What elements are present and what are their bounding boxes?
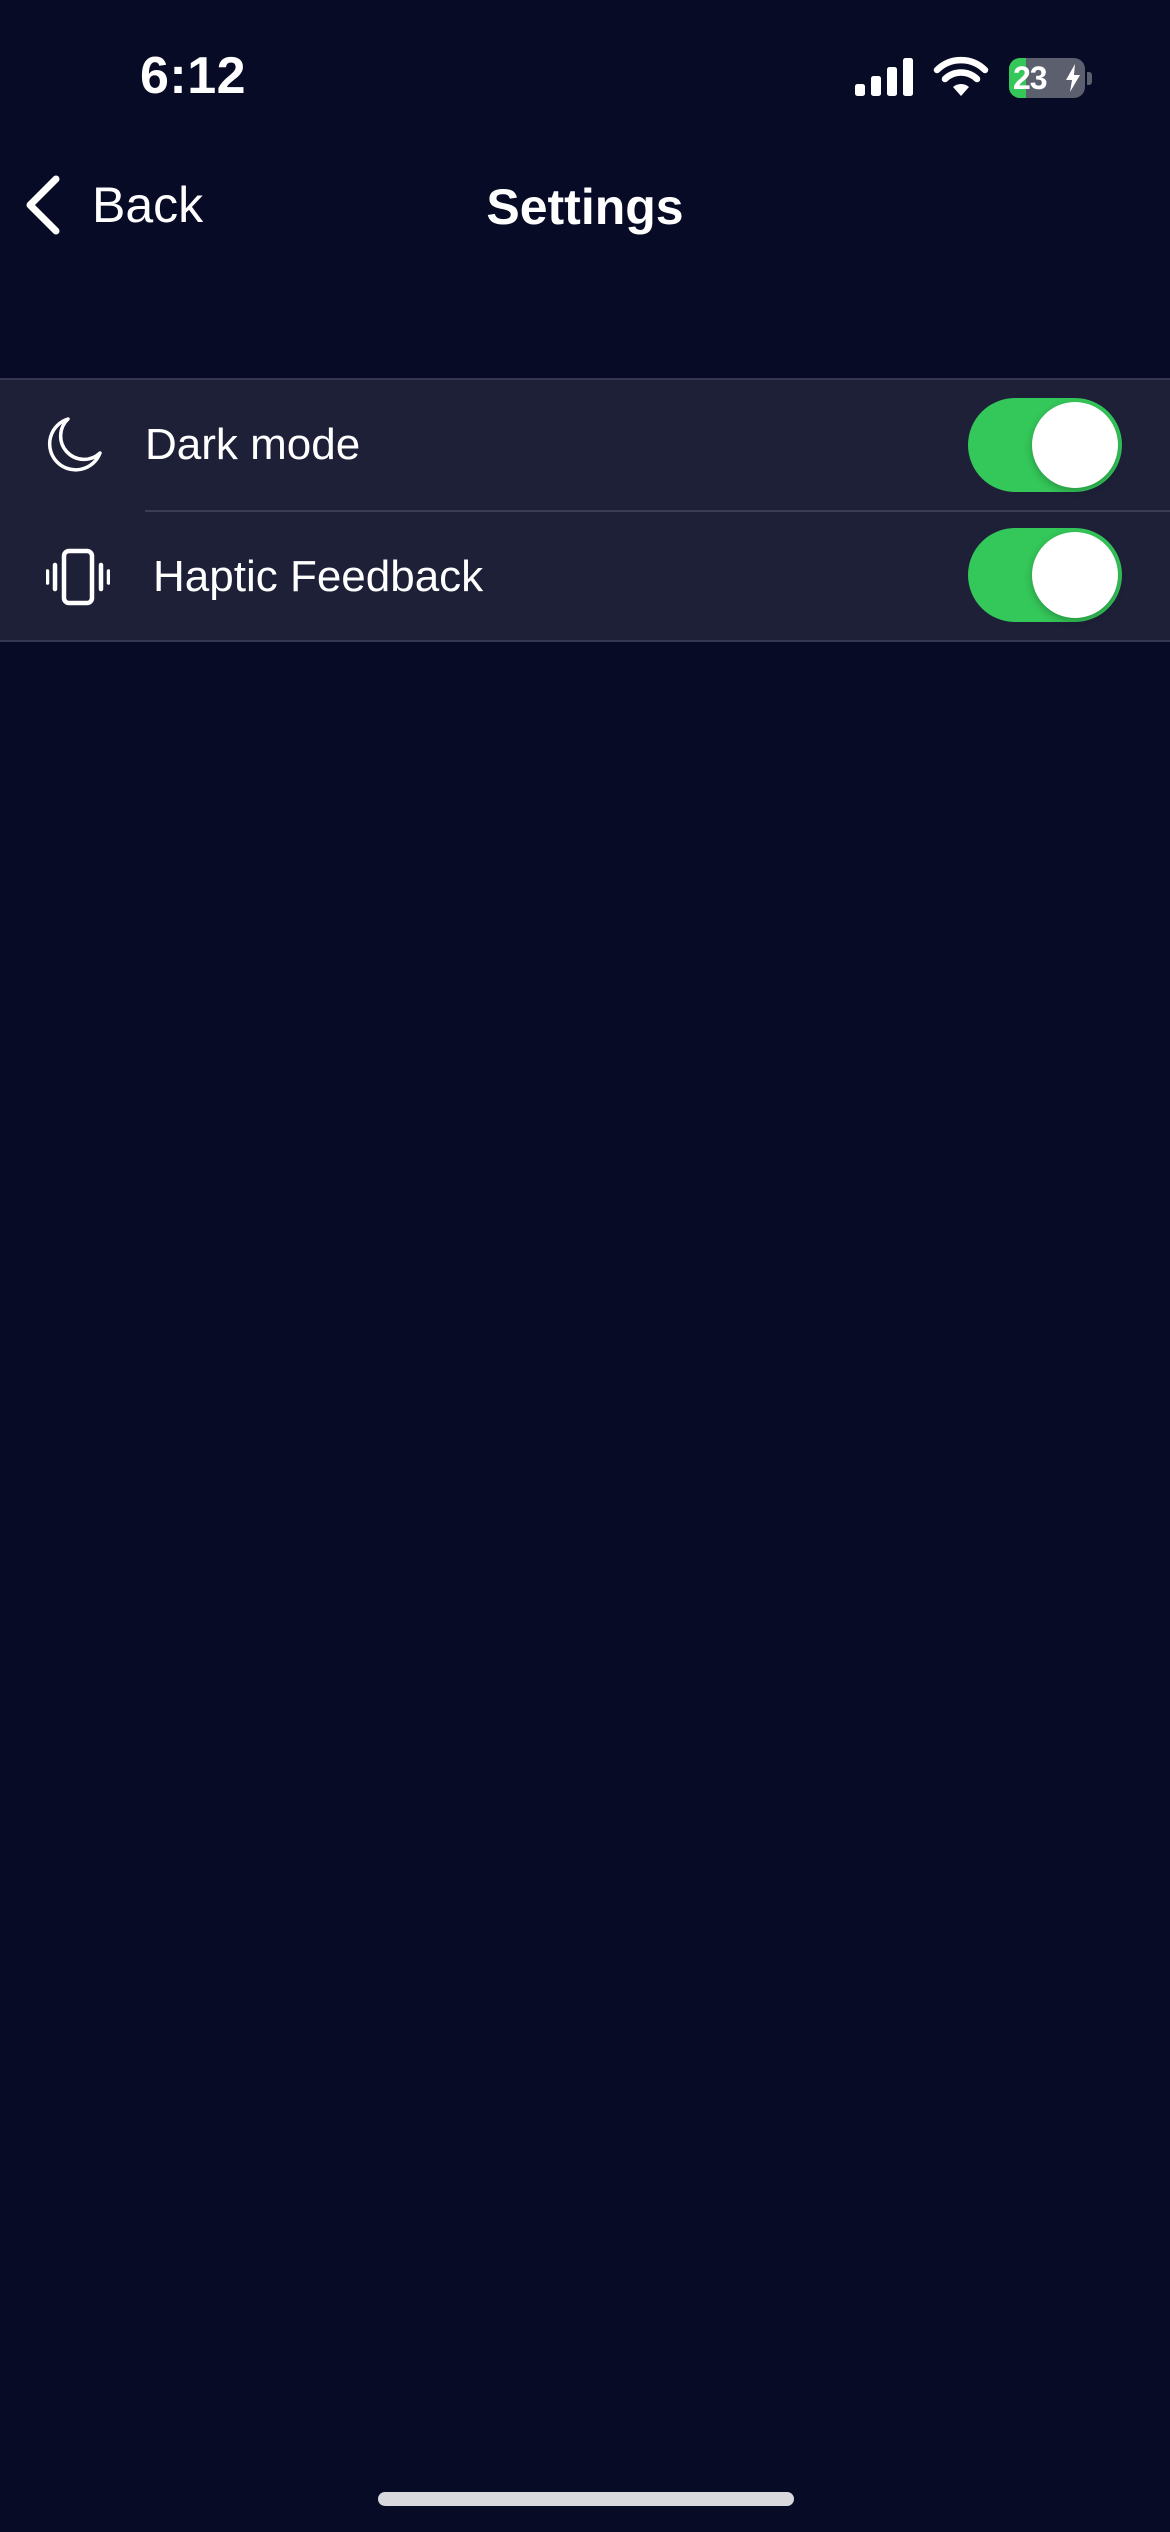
haptic-feedback-label: Haptic Feedback <box>153 552 484 601</box>
vibration-icon <box>46 548 110 606</box>
battery-level-text: 23 <box>1013 60 1048 96</box>
moon-icon <box>47 417 102 472</box>
back-label: Back <box>92 177 204 233</box>
wifi-icon <box>933 56 989 96</box>
charging-bolt-icon <box>1066 64 1080 92</box>
toggle-knob <box>1032 532 1118 618</box>
settings-row-haptic-feedback: Haptic Feedback <box>0 512 1170 642</box>
status-bar: 6:12 23 <box>0 0 1170 150</box>
status-time: 6:12 <box>140 47 247 105</box>
haptic-feedback-toggle[interactable] <box>968 528 1122 622</box>
signal-icon <box>855 58 913 96</box>
settings-row-dark-mode: Dark mode <box>0 380 1170 512</box>
chevron-left-icon <box>26 175 60 235</box>
dark-mode-toggle[interactable] <box>968 398 1122 492</box>
settings-list: Dark mode Haptic Feedback <box>0 378 1170 642</box>
nav-bar: Settings Back <box>0 160 1170 250</box>
battery-icon: 23 <box>1009 58 1092 98</box>
back-button[interactable]: Back <box>24 170 203 240</box>
settings-screen: 6:12 23 Settings Back Dark mode Haptic F… <box>0 0 1170 2532</box>
home-indicator[interactable] <box>378 2492 794 2506</box>
toggle-knob <box>1032 402 1118 488</box>
dark-mode-label: Dark mode <box>145 420 361 469</box>
